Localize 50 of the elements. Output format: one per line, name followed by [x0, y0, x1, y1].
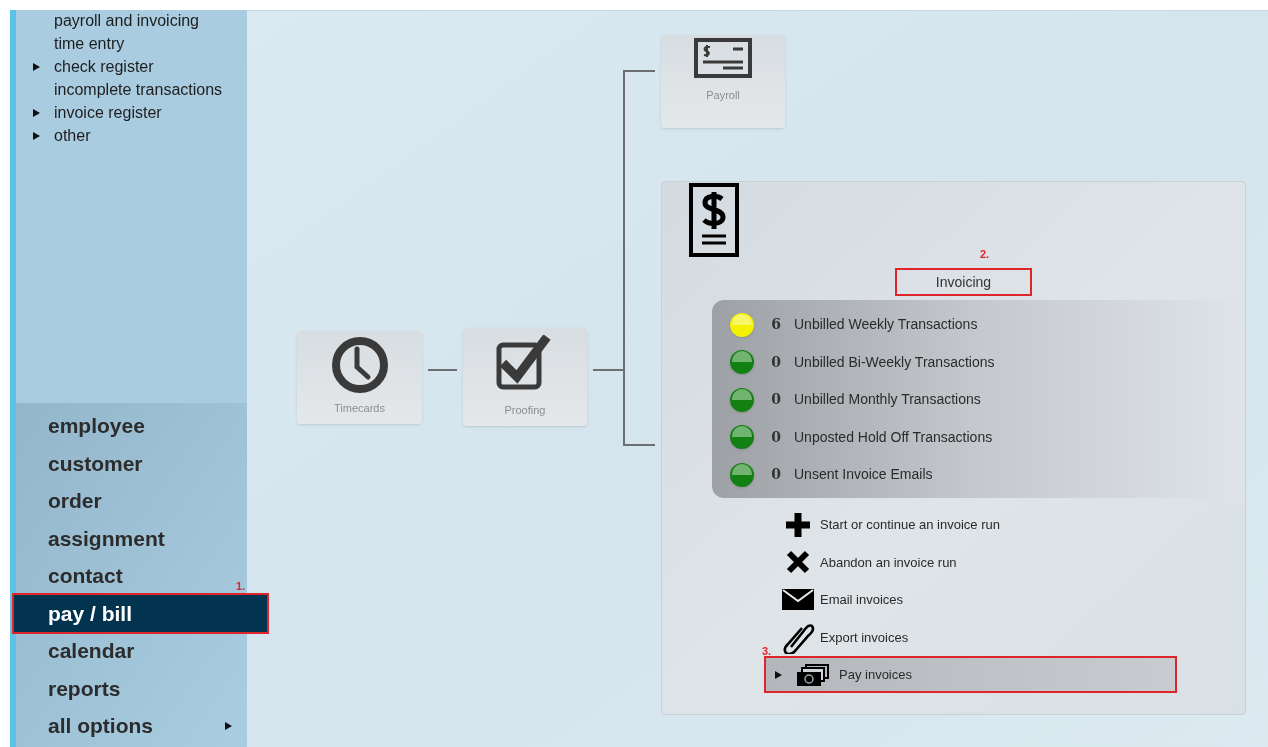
- caret-icon: [32, 107, 41, 118]
- nav-item[interactable]: reports: [16, 669, 135, 707]
- caret-icon: [32, 130, 41, 141]
- nav-item[interactable]: assignment: [16, 519, 179, 557]
- sidebar-link[interactable]: check register: [32, 55, 247, 78]
- action-link[interactable]: Export invoices: [780, 618, 909, 656]
- status-count: 0: [770, 427, 782, 447]
- nav-item[interactable]: customer: [16, 444, 157, 482]
- envelope-icon: [782, 589, 814, 611]
- sidebar-link[interactable]: other: [32, 124, 247, 147]
- status-count: 0: [770, 390, 782, 410]
- connector-line: [428, 369, 457, 371]
- status-count: 0: [770, 352, 782, 372]
- sidebar-link[interactable]: incomplete transactions: [32, 78, 247, 101]
- callout-number: 3.: [762, 644, 772, 659]
- status-label: Unbilled Bi-Weekly Transactions: [794, 352, 995, 372]
- close-icon: [786, 550, 810, 575]
- nav-item[interactable]: contact: [16, 557, 137, 595]
- action-link[interactable]: Start or continue an invoice run: [780, 506, 1000, 544]
- card-label: Payroll: [706, 88, 740, 103]
- card-label: Timecards: [334, 400, 385, 416]
- section-title: Invoicing: [895, 268, 1032, 296]
- action-link[interactable]: Abandon an invoice run: [780, 543, 957, 581]
- callout-number: 1.: [236, 578, 246, 594]
- card-label: Proofing: [504, 402, 546, 418]
- status-label: Unsent Invoice Emails: [794, 465, 933, 485]
- callout-number: 2.: [980, 247, 990, 262]
- status-count: 0: [770, 465, 782, 485]
- sidebar-link[interactable]: time entry: [32, 32, 247, 55]
- caret-icon: [224, 720, 233, 731]
- cash-icon: [797, 663, 829, 686]
- nav-item[interactable]: order: [16, 482, 116, 520]
- caret-icon: [32, 61, 41, 72]
- plus-icon: [785, 511, 811, 538]
- status-label: Unbilled Monthly Transactions: [794, 390, 981, 410]
- invoice-document-icon: [689, 183, 739, 257]
- clock-icon: [329, 335, 390, 396]
- status-label: Unposted Hold Off Transactions: [794, 427, 993, 447]
- action-link[interactable]: Email invoices: [780, 581, 904, 619]
- status-count: 6: [770, 315, 782, 335]
- nav-item[interactable]: employee: [16, 407, 159, 445]
- check-document-icon: [693, 37, 753, 79]
- nav-item[interactable]: all options: [16, 707, 247, 745]
- nav-item[interactable]: pay / bill: [14, 594, 267, 632]
- sidebar-link[interactable]: payroll and invoicing: [32, 10, 247, 32]
- caret-icon: [774, 669, 783, 680]
- nav-item[interactable]: calendar: [16, 632, 149, 670]
- action-link[interactable]: Pay invoices: [764, 656, 1177, 693]
- status-label: Unbilled Weekly Transactions: [794, 315, 978, 335]
- sidebar-link[interactable]: invoice register: [32, 101, 247, 124]
